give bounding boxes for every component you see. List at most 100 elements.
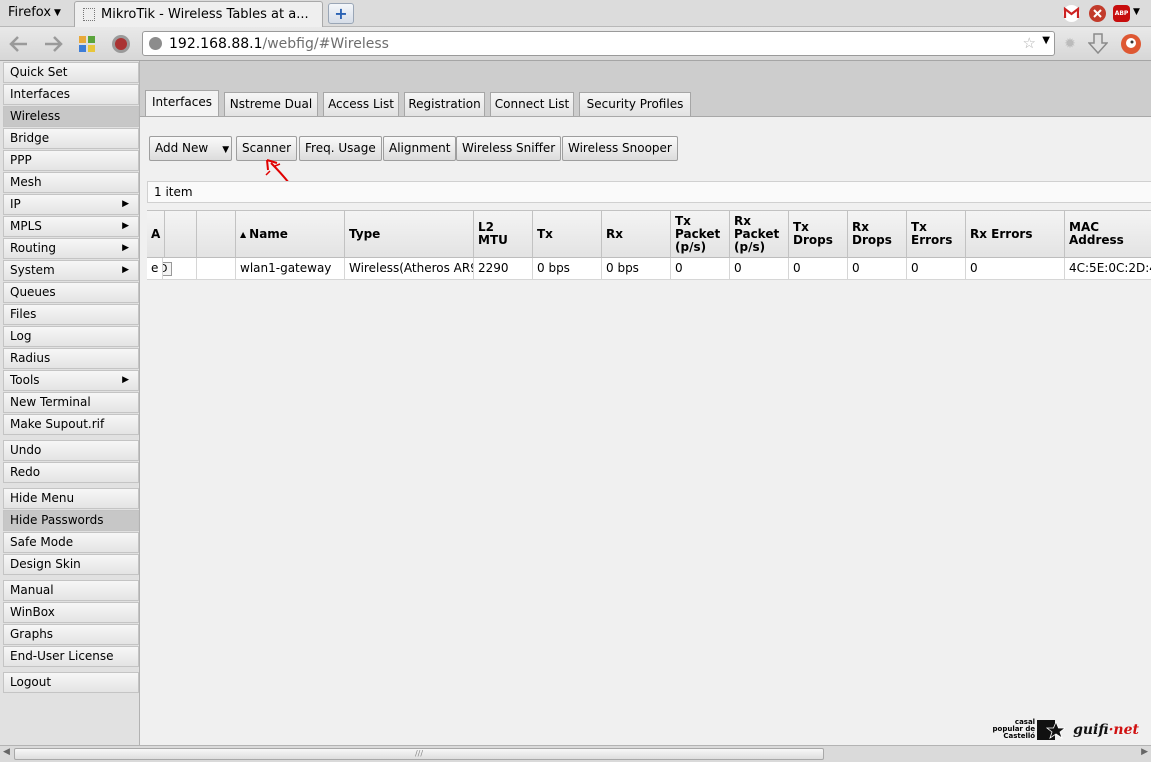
column-header-label: Tx Packet (p/s): [675, 213, 721, 254]
column-header-tx-drops[interactable]: Tx Drops: [789, 210, 848, 258]
horizontal-scrollbar[interactable]: ◀ /// ▶: [0, 745, 1151, 762]
item-count: 1 item: [154, 185, 193, 199]
sidebar-item-queues[interactable]: Queues: [3, 282, 139, 303]
wireless-snooper-button[interactable]: Wireless Snooper: [562, 136, 678, 161]
back-button[interactable]: [8, 33, 30, 55]
column-header-rx-drops[interactable]: Rx Drops: [848, 210, 907, 258]
url-bar[interactable]: 192.168.88.1/webfig/#Wireless ☆ ▼: [142, 31, 1055, 56]
sidebar-item-interfaces[interactable]: Interfaces: [3, 84, 139, 105]
sidebar-item-hide-menu[interactable]: Hide Menu: [3, 488, 139, 509]
sidebar-item-label: Design Skin: [10, 557, 81, 571]
bookmark-star-icon[interactable]: ☆: [1023, 34, 1036, 52]
sidebar-item-redo[interactable]: Redo: [3, 462, 139, 483]
tab-nstreme-dual[interactable]: Nstreme Dual: [224, 92, 318, 116]
column-header-label: Type: [349, 226, 381, 241]
sidebar-item-mesh[interactable]: Mesh: [3, 172, 139, 193]
sidebar-item-new-terminal[interactable]: New Terminal: [3, 392, 139, 413]
stop-button[interactable]: [110, 33, 132, 55]
alignment-button[interactable]: Alignment: [383, 136, 457, 161]
sidebar-item-tools[interactable]: Tools ▶: [3, 370, 139, 391]
column-header-rx[interactable]: Rx: [602, 210, 671, 258]
sidebar-item-label: Hide Passwords: [10, 513, 104, 527]
table-cell: Wireless(Atheros AR9: [345, 258, 474, 280]
column-header-label: Tx Drops: [793, 220, 833, 247]
browser-tab-title: MikroTik - Wireless Tables at a...: [101, 7, 309, 22]
submenu-arrow-icon: ▶: [122, 199, 129, 209]
firefox-menu-button[interactable]: Firefox ▼: [2, 2, 67, 24]
sidebar-item-ppp[interactable]: PPP: [3, 150, 139, 171]
column-header-l2-mtu[interactable]: L2 MTU: [474, 210, 533, 258]
tab-access-list[interactable]: Access List: [323, 92, 399, 116]
sidebar-item-files[interactable]: Files: [3, 304, 139, 325]
column-header-tx-errors[interactable]: Tx Errors: [907, 210, 966, 258]
browser-tab[interactable]: MikroTik - Wireless Tables at a...: [74, 1, 323, 27]
sidebar-item-ip[interactable]: IP ▶: [3, 194, 139, 215]
tab-security-profiles[interactable]: Security Profiles: [579, 92, 691, 116]
submenu-arrow-icon: ▶: [122, 221, 129, 231]
column-header-flags[interactable]: [197, 210, 236, 258]
sidebar-item-logout[interactable]: Logout: [3, 672, 139, 693]
sidebar-item-end-user-license[interactable]: End-User License: [3, 646, 139, 667]
sidebar-item-make-supout-rif[interactable]: Make Supout.rif: [3, 414, 139, 435]
duckduckgo-button[interactable]: [1120, 33, 1142, 55]
scroll-left-icon[interactable]: ◀: [3, 747, 10, 757]
gmail-icon[interactable]: [1063, 5, 1080, 22]
new-tab-button[interactable]: +: [328, 3, 354, 24]
loading-spinner-icon: ✹: [1064, 36, 1076, 52]
sidebar-item-quick-set[interactable]: Quick Set: [3, 62, 139, 83]
sidebar-item-log[interactable]: Log: [3, 326, 139, 347]
column-header-label: MAC Address: [1069, 220, 1124, 247]
sidebar-item-graphs[interactable]: Graphs: [3, 624, 139, 645]
column-header-type[interactable]: Type: [345, 210, 474, 258]
downloads-button[interactable]: [1087, 33, 1109, 55]
grid-icon: [79, 36, 95, 52]
sidebar-item-winbox[interactable]: WinBox: [3, 602, 139, 623]
casal-popular-logo: casal popular de Castelló: [991, 719, 1066, 740]
sidebar-item-bridge[interactable]: Bridge: [3, 128, 139, 149]
column-header-tx-packet-p-s[interactable]: Tx Packet (p/s): [671, 210, 730, 258]
sidebar-item-safe-mode[interactable]: Safe Mode: [3, 532, 139, 553]
sidebar-item-routing[interactable]: Routing ▶: [3, 238, 139, 259]
noscript-icon[interactable]: [1089, 5, 1106, 22]
sidebar-item-hide-passwords[interactable]: Hide Passwords: [3, 510, 139, 531]
column-header-rx-errors[interactable]: Rx Errors: [966, 210, 1065, 258]
scrollbar-thumb[interactable]: ///: [14, 748, 824, 760]
table-cell: wlan1-gateway: [236, 258, 345, 280]
sidebar-item-label: Make Supout.rif: [10, 417, 105, 431]
adblock-plus-icon[interactable]: ABP: [1113, 5, 1130, 22]
forward-button[interactable]: [42, 33, 64, 55]
tab-interfaces[interactable]: Interfaces: [145, 90, 219, 116]
column-header-name[interactable]: ▲ Name: [236, 210, 345, 258]
table-cell: 2290: [474, 258, 533, 280]
submenu-arrow-icon: ▶: [122, 243, 129, 253]
sidebar-item-wireless[interactable]: Wireless: [3, 106, 139, 127]
sidebar-item-undo[interactable]: Undo: [3, 440, 139, 461]
adblock-plus-label: ABP: [1114, 10, 1129, 17]
wireless-sniffer-button[interactable]: Wireless Sniffer: [456, 136, 562, 161]
tab-connect-list[interactable]: Connect List: [490, 92, 574, 116]
column-header-a[interactable]: A: [147, 210, 166, 258]
sidebar-item-manual[interactable]: Manual: [3, 580, 139, 601]
sidebar-item-system[interactable]: System ▶: [3, 260, 139, 281]
sidebar-item-mpls[interactable]: MPLS ▶: [3, 216, 139, 237]
table-cell: 0 bps: [602, 258, 671, 280]
scroll-right-icon[interactable]: ▶: [1141, 747, 1148, 757]
table-cell: 0: [671, 258, 730, 280]
sidebar-item-label: Files: [10, 307, 37, 321]
sidebar-item-radius[interactable]: Radius: [3, 348, 139, 369]
apps-grid-button[interactable]: [76, 33, 98, 55]
column-header-tx[interactable]: Tx: [533, 210, 602, 258]
column-header-rx-packet-p-s[interactable]: Rx Packet (p/s): [730, 210, 789, 258]
sidebar-item-design-skin[interactable]: Design Skin: [3, 554, 139, 575]
sidebar-item-label: Queues: [10, 285, 56, 299]
freq-usage-button[interactable]: Freq. Usage: [299, 136, 382, 161]
add-new-button[interactable]: Add New ▼: [149, 136, 232, 161]
duckduckgo-icon: [1121, 34, 1141, 54]
sidebar-item-label: Quick Set: [10, 65, 68, 79]
column-header-mac-address[interactable]: MAC Address: [1065, 210, 1151, 258]
chevron-down-icon[interactable]: ▼: [1042, 35, 1050, 46]
url-host: 192.168.88.1: [169, 35, 263, 52]
tab-registration[interactable]: Registration: [404, 92, 485, 116]
guifi-logo-main: guifi: [1073, 721, 1109, 738]
chevron-down-icon[interactable]: ▼: [1133, 7, 1140, 17]
